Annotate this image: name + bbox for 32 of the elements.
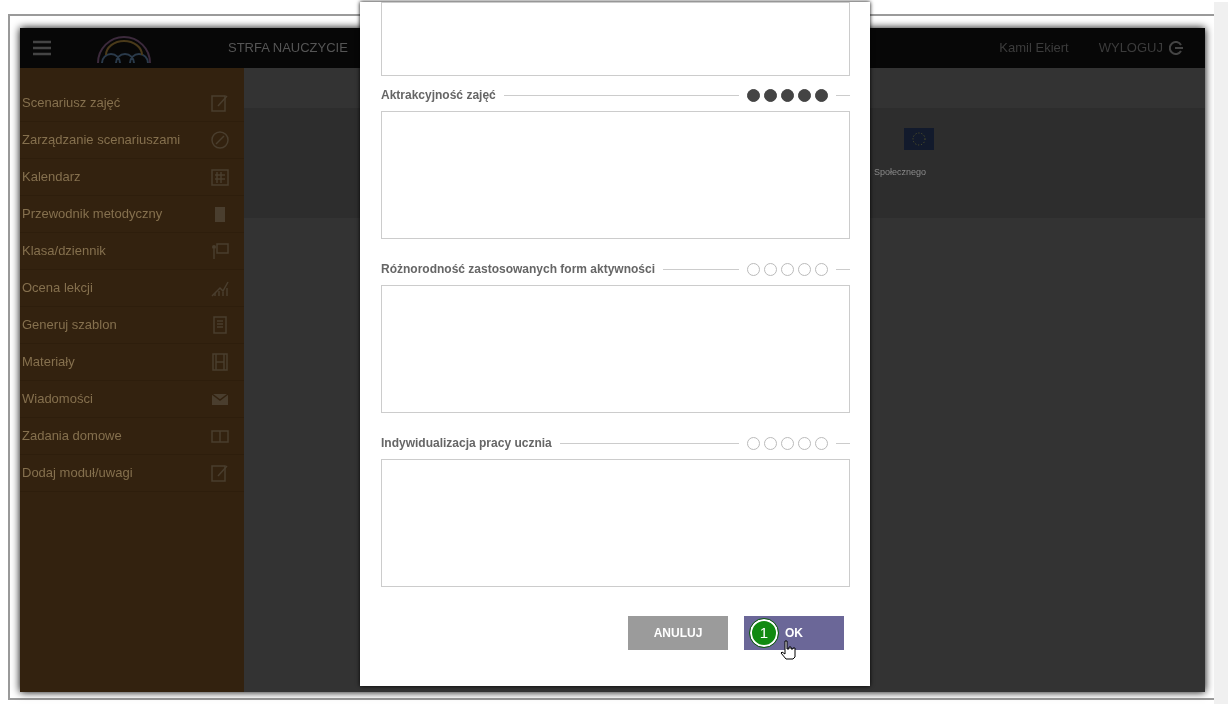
header-title: STRFA NAUCZYCIE — [228, 39, 348, 58]
logout-icon[interactable] — [1169, 41, 1183, 55]
eu-flag-logo — [904, 128, 934, 150]
sidebar-item[interactable]: Klasa/dziennik — [20, 233, 244, 270]
text-area[interactable] — [381, 111, 850, 239]
sidebar-item[interactable]: Dodaj moduł/uwagi — [20, 455, 244, 492]
sidebar-item[interactable]: Zadania domowe — [20, 418, 244, 455]
text-area[interactable] — [381, 285, 850, 413]
teacher-board-icon — [210, 241, 230, 261]
sidebar-item[interactable]: Generuj szablon — [20, 307, 244, 344]
text-area[interactable] — [381, 2, 850, 76]
text-area[interactable] — [381, 459, 850, 587]
film-icon — [210, 352, 230, 372]
compass-icon — [210, 130, 230, 150]
menu-icon[interactable] — [32, 40, 52, 56]
sidebar-item[interactable]: Kalendarz — [20, 159, 244, 196]
section-label: Indywidualizacja pracy ucznia — [381, 435, 552, 452]
rating-dots[interactable] — [747, 88, 828, 102]
sidebar-item[interactable]: Przewodnik metodyczny — [20, 196, 244, 233]
edit-icon — [210, 463, 230, 483]
section-label: Różnorodność zastosowanych form aktywności — [381, 261, 656, 278]
sidebar-item[interactable]: Scenariusz zajęć — [20, 85, 244, 122]
cancel-button[interactable]: ANULUJ — [628, 616, 728, 650]
hand-cursor-icon — [780, 640, 796, 660]
calendar-icon — [210, 167, 230, 187]
sidebar-item[interactable]: Materiały — [20, 344, 244, 381]
section-label: Aktrakcyjność zajęć — [381, 87, 496, 104]
scrollbar[interactable] — [1214, 2, 1228, 704]
edit-icon — [210, 93, 230, 113]
sidebar-item[interactable]: Wiadomości — [20, 381, 244, 418]
footer-text: Społecznego — [874, 166, 928, 179]
document-icon — [210, 315, 230, 335]
